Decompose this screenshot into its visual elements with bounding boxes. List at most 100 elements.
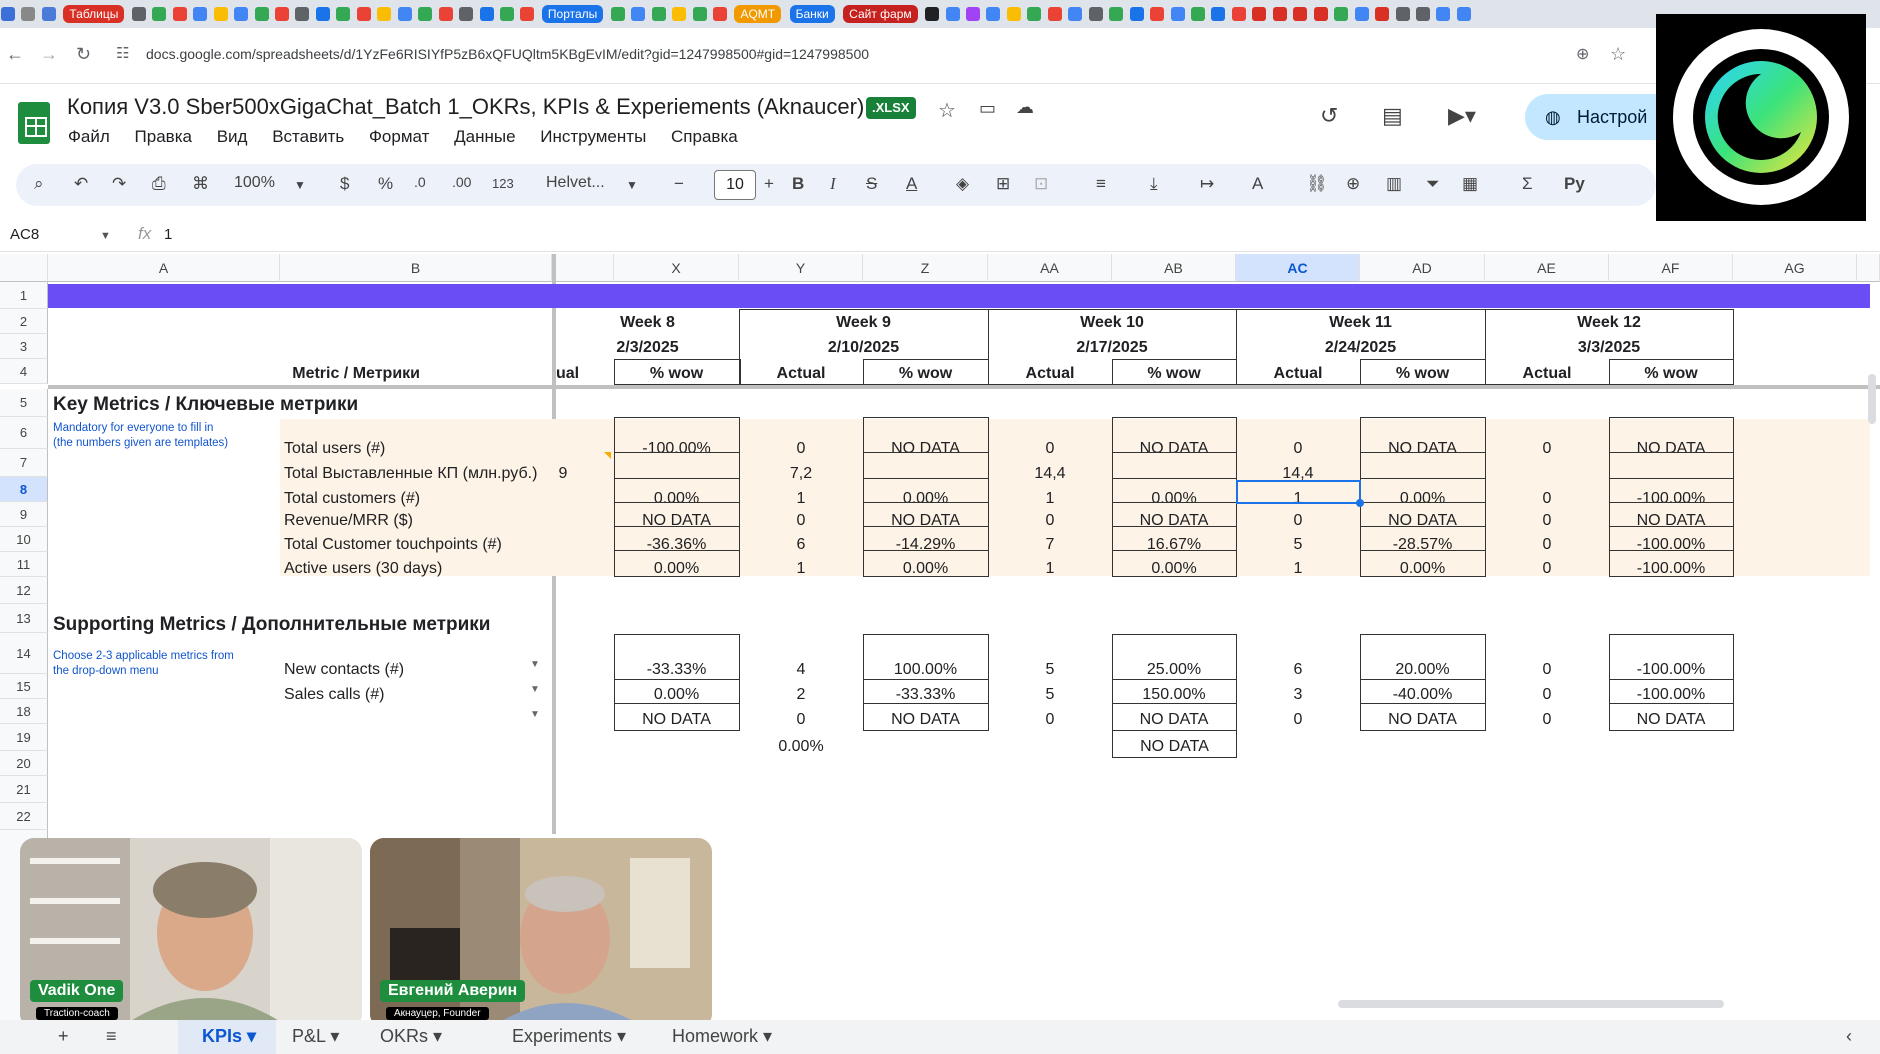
key-metric-label[interactable]: Total customers (#)	[284, 490, 420, 508]
cloud-status-icon[interactable]: ☁	[1016, 97, 1034, 118]
sheet-tab[interactable]: Homework ▾	[672, 1026, 772, 1047]
bookmark-icon[interactable]	[692, 7, 707, 21]
text-color-button[interactable]: A	[906, 174, 917, 194]
bookmark-icon[interactable]	[1395, 7, 1410, 21]
key-metric-label[interactable]: Active users (30 days)	[284, 560, 442, 578]
site-info-icon[interactable]: ☷	[116, 44, 129, 62]
bookmark-icon[interactable]	[1272, 7, 1287, 21]
support-metric-value[interactable]: 3	[1236, 686, 1360, 704]
row-header[interactable]: 22	[0, 803, 48, 830]
bookmark-icon[interactable]	[1006, 7, 1021, 21]
bookmark-icon[interactable]	[1109, 7, 1124, 21]
key-metric-value[interactable]: 0	[988, 440, 1112, 458]
filter-views-icon[interactable]: ▦	[1462, 174, 1478, 194]
cell-y19[interactable]: 0.00%	[739, 738, 863, 756]
print-icon[interactable]: ⎙	[152, 174, 166, 194]
support-metric-value[interactable]: 0	[1485, 686, 1609, 704]
font-size-decrease[interactable]: −	[674, 174, 684, 194]
menu-view[interactable]: Вид	[217, 127, 248, 146]
row-header-selected[interactable]: 8	[0, 477, 48, 502]
zoom-select[interactable]: 100%	[234, 174, 275, 192]
bookmark-icon[interactable]	[1047, 7, 1062, 21]
fill-handle[interactable]	[1356, 499, 1364, 507]
add-sheet-icon[interactable]: +	[58, 1026, 69, 1047]
bookmark-icon[interactable]	[945, 7, 960, 21]
bookmark-icon[interactable]	[925, 7, 940, 21]
key-metric-value[interactable]: 0	[1485, 440, 1609, 458]
bookmark-icon[interactable]	[1354, 7, 1369, 21]
key-metric-value[interactable]: 14,4	[988, 465, 1112, 483]
bookmark-icon[interactable]	[1027, 7, 1042, 21]
dropdown-chevron-icon[interactable]: ▼	[530, 684, 540, 695]
bookmark-icon[interactable]	[672, 7, 687, 21]
bookmark-icon[interactable]	[234, 7, 249, 21]
bookmark-icon[interactable]	[193, 7, 208, 21]
document-title[interactable]: Копия V3.0 Sber500xGigaChat_Batch 1_OKRs…	[67, 94, 864, 120]
column-header-partial[interactable]	[1857, 254, 1880, 282]
column-header[interactable]: AE	[1485, 254, 1609, 282]
bookmark-icon[interactable]	[1313, 7, 1328, 21]
menu-insert[interactable]: Вставить	[272, 127, 344, 146]
column-header[interactable]: X	[614, 254, 739, 282]
cell-partial[interactable]: 9	[556, 465, 570, 483]
key-metric-label[interactable]: Total Выставленные КП (млн.руб.)	[284, 465, 537, 483]
row-header[interactable]: 11	[0, 552, 48, 577]
bookmark-icon[interactable]	[459, 7, 474, 21]
bookmark-icon[interactable]	[152, 7, 167, 21]
support-metric-value[interactable]: 5	[988, 686, 1112, 704]
vertical-scrollbar[interactable]	[1868, 374, 1876, 424]
insert-chart-icon[interactable]: ▥	[1386, 174, 1402, 194]
history-icon[interactable]: ↺	[1320, 103, 1338, 129]
star-icon[interactable]: ☆	[938, 98, 956, 123]
horizontal-scrollbar[interactable]	[1338, 1000, 1724, 1008]
row-header[interactable]: 12	[0, 577, 48, 604]
bookmark-icon[interactable]	[1293, 7, 1308, 21]
cell-ab19[interactable]: NO DATA	[1112, 738, 1237, 756]
bookmark-icon[interactable]	[315, 7, 330, 21]
support-metric-value[interactable]: 0	[1485, 711, 1609, 729]
bookmark-tab[interactable]: Порталы	[541, 5, 604, 23]
bold-button[interactable]: B	[792, 174, 804, 194]
bookmark-icon[interactable]	[1170, 7, 1185, 21]
key-metric-value[interactable]: 1	[988, 490, 1112, 508]
app-icon[interactable]	[41, 7, 56, 21]
bookmark-icon[interactable]	[966, 7, 980, 21]
support-metric-value[interactable]: 4	[739, 661, 863, 679]
key-metric-label[interactable]: Total users (#)	[284, 440, 385, 458]
number-format-button[interactable]: 123	[492, 176, 514, 191]
key-metric-value[interactable]: 1	[739, 490, 863, 508]
column-header-selected[interactable]: AC	[1236, 254, 1360, 282]
column-header[interactable]: AB	[1112, 254, 1236, 282]
filter-icon[interactable]: ⏷	[1426, 174, 1440, 194]
bookmark-icon[interactable]	[438, 7, 453, 21]
row-header[interactable]: 1	[0, 282, 48, 309]
row-header[interactable]: 7	[0, 449, 48, 477]
menu-file[interactable]: Файл	[68, 127, 110, 146]
close-tab-icon[interactable]	[21, 7, 36, 21]
bookmark-icon[interactable]	[131, 7, 146, 21]
bookmark-icon[interactable]	[172, 7, 187, 21]
bookmark-icon[interactable]	[610, 7, 625, 21]
key-metric-value[interactable]: 5	[1236, 536, 1360, 554]
horizontal-align-icon[interactable]: ≡	[1096, 174, 1106, 194]
bookmark-icon[interactable]	[631, 7, 646, 21]
key-metric-label[interactable]: Revenue/MRR ($)	[284, 512, 413, 530]
menu-tools[interactable]: Инструменты	[540, 127, 646, 146]
share-button[interactable]: ◍ Настрой	[1525, 94, 1665, 140]
bookmark-tab[interactable]: AQMT	[734, 5, 782, 23]
text-wrap-icon[interactable]: ↦	[1200, 174, 1214, 194]
dropdown-chevron-icon[interactable]: ▼	[530, 709, 540, 720]
functions-icon[interactable]: Σ	[1522, 174, 1533, 194]
key-metric-value[interactable]: 0	[739, 512, 863, 530]
key-metric-value[interactable]: 0	[1485, 536, 1609, 554]
row-header[interactable]: 14	[0, 633, 48, 674]
bookmark-icon[interactable]	[1211, 7, 1226, 21]
search-menus-icon[interactable]: ⌕	[34, 174, 44, 194]
row-header[interactable]: 10	[0, 527, 48, 552]
paint-format-icon[interactable]: ⌘	[192, 174, 209, 194]
font-dropdown-icon[interactable]: ▼	[626, 178, 638, 192]
bookmark-icon[interactable]	[651, 7, 666, 21]
support-metric-label[interactable]: New contacts (#)	[284, 661, 404, 679]
key-metric-value[interactable]: 1	[1236, 560, 1360, 578]
zoom-icon[interactable]: ⊕	[1576, 44, 1589, 64]
